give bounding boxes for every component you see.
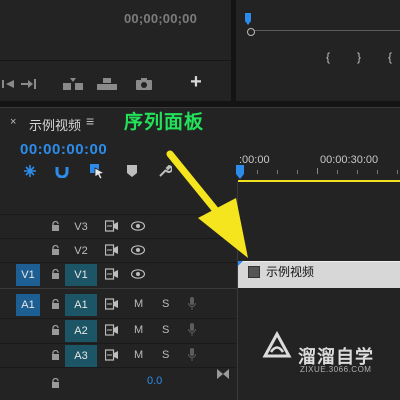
watermark-url: ZIXUE.3066.COM: [300, 365, 372, 374]
lock-icon[interactable]: [51, 244, 60, 258]
lock-icon[interactable]: [51, 324, 60, 338]
mute-button[interactable]: M: [134, 324, 143, 336]
track-name[interactable]: V3: [65, 216, 97, 238]
add-button[interactable]: +: [186, 72, 206, 92]
nest-sequence-icon[interactable]: [22, 163, 38, 179]
track-name[interactable]: A3: [65, 345, 97, 367]
ruler-tick: [317, 168, 318, 174]
clip-label: 示例视频: [266, 265, 315, 279]
sequence-tab-title[interactable]: 示例视频: [29, 115, 81, 134]
overwrite-icon[interactable]: [96, 74, 118, 94]
track-header-a1: A1 A1 M S: [0, 293, 238, 317]
ruler-tick: [337, 170, 338, 174]
program-playhead-icon[interactable]: [245, 12, 251, 25]
lock-icon[interactable]: [51, 375, 60, 393]
track-name[interactable]: A1: [65, 294, 97, 316]
lock-icon[interactable]: [51, 268, 60, 282]
source-patch-v1[interactable]: V1: [16, 264, 40, 286]
source-patch-a1[interactable]: A1: [16, 294, 40, 316]
go-to-start-end-icon[interactable]: [217, 369, 229, 382]
step-back-icon[interactable]: [0, 74, 16, 94]
track-header-a3: A3 M S: [0, 344, 238, 368]
insert-icon[interactable]: [62, 74, 84, 94]
linked-selection-icon[interactable]: [89, 163, 105, 179]
tab-menu-icon[interactable]: ≡: [86, 113, 94, 129]
toggle-sync-icon[interactable]: [104, 220, 118, 235]
ruler-tick: [297, 170, 298, 174]
toggle-sync-icon[interactable]: [104, 244, 118, 259]
track-name[interactable]: V2: [65, 240, 97, 262]
mark-in-icon[interactable]: {: [326, 50, 330, 64]
toggle-sync-icon[interactable]: [104, 324, 118, 339]
ruler-tick: [357, 170, 358, 174]
track-name[interactable]: V1: [65, 264, 97, 286]
lock-icon[interactable]: [51, 220, 60, 234]
ruler-tick: [277, 170, 278, 174]
snap-icon[interactable]: [54, 163, 70, 179]
solo-button[interactable]: S: [162, 324, 169, 336]
track-header-a2: A2 M S: [0, 319, 238, 343]
add-marker-icon[interactable]: [124, 163, 140, 179]
camera-icon[interactable]: [134, 74, 154, 94]
toggle-sync-icon[interactable]: [104, 268, 118, 283]
mute-button[interactable]: M: [134, 349, 143, 361]
master-volume[interactable]: 0.0: [147, 375, 162, 387]
annotation-label: 序列面板: [124, 112, 205, 133]
mic-icon[interactable]: [188, 348, 196, 365]
ruler-tick: [377, 170, 378, 174]
annotation-arrow: [166, 150, 248, 258]
solo-button[interactable]: S: [162, 298, 169, 310]
mark-out-icon[interactable]: }: [357, 50, 361, 64]
watermark-logo-icon: [262, 330, 292, 360]
mic-icon[interactable]: [188, 323, 196, 340]
ruler-mid-label: 00:00:30:00: [320, 154, 379, 166]
lock-icon[interactable]: [51, 298, 60, 312]
go-to-out-icon[interactable]: [20, 74, 38, 94]
toggle-sync-icon[interactable]: [104, 349, 118, 364]
lock-icon[interactable]: [51, 349, 60, 363]
program-monitor-panel: [236, 0, 400, 102]
eye-icon[interactable]: [130, 245, 146, 258]
timeline-timecode[interactable]: 00:00:00:00: [20, 141, 107, 158]
eye-icon[interactable]: [130, 269, 146, 282]
tab-close-icon[interactable]: ×: [10, 116, 16, 128]
scrub-handle[interactable]: [247, 28, 255, 36]
source-timecode: 00;00;00;00: [124, 11, 198, 26]
eye-icon[interactable]: [130, 221, 146, 234]
mark-clip-icon[interactable]: {: [388, 50, 392, 64]
toggle-sync-icon[interactable]: [104, 298, 118, 313]
program-scrub-track[interactable]: [248, 30, 400, 31]
solo-button[interactable]: S: [162, 349, 169, 361]
panel-divider: [0, 60, 231, 61]
av-separator: [0, 288, 238, 289]
ruler-tick: [397, 170, 398, 174]
mic-icon[interactable]: [188, 297, 196, 314]
track-name[interactable]: A2: [65, 320, 97, 342]
mute-button[interactable]: M: [134, 298, 143, 310]
